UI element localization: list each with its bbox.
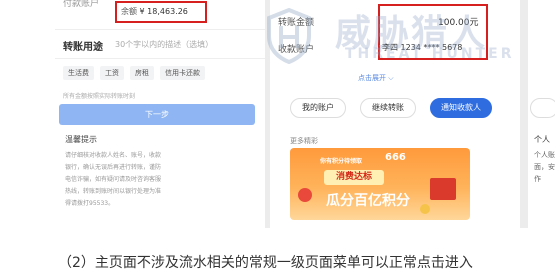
- gift-box-icon: [430, 178, 456, 200]
- banner-top-text: 你有积分待领取: [320, 158, 363, 165]
- coin-icon: [298, 188, 312, 202]
- banner-badge: 666: [385, 152, 406, 163]
- account-value: 李四 1234 **** 5678: [382, 43, 463, 52]
- warm-tips-text: 请仔细核对收款人姓名、账号，收款 银行，确认无误后再进行转账，谨防 电信诈骗，如…: [65, 150, 261, 210]
- next-screen-edge: 个人 个人账 面，安 作: [528, 0, 555, 228]
- purpose-chip[interactable]: 生活费: [63, 66, 94, 80]
- continue-transfer-button[interactable]: 继续转账: [360, 98, 416, 118]
- warm-tip-line: 电信诈骗，如有疑问请及时咨询客服: [65, 176, 162, 183]
- account-label: 付款账户: [63, 0, 100, 9]
- coin-icon: [420, 204, 430, 214]
- warm-tip-line: 热线，转账到账时间以银行处理为准: [65, 188, 162, 195]
- purpose-input[interactable]: 30个字以内的描述（选填）: [115, 39, 213, 50]
- amount-label: 转账金额: [278, 18, 315, 28]
- purpose-chip[interactable]: 工资: [100, 66, 124, 80]
- banner-main-text: 瓜分百亿积分: [326, 193, 410, 209]
- edge-text: 个人账: [534, 151, 555, 159]
- warm-tips-title: 温馨提示: [65, 135, 97, 144]
- document-caption: （2）主页面不涉及流水相关的常规一级页面菜单可以正常点击进入: [58, 255, 473, 271]
- partial-button[interactable]: [530, 98, 555, 118]
- purpose-chip[interactable]: 信用卡还款: [160, 66, 205, 80]
- panel-separator: [520, 0, 528, 228]
- transfer-form-panel: 付款账户 余额 ¥ 18,463.26 转账用途 30个字以内的描述（选填） 生…: [55, 0, 265, 228]
- more-label: 更多精彩: [290, 137, 318, 145]
- my-account-button[interactable]: 我的账户: [290, 98, 346, 118]
- divider: [55, 29, 265, 30]
- balance-row: 付款账户 余额 ¥ 18,463.26: [55, 0, 265, 28]
- warm-tip-line: 银行，确认无误后再进行转账，谨防: [65, 164, 162, 171]
- balance-text: 余额 ¥ 18,463.26: [121, 6, 188, 17]
- warm-tip-line: 得请拨打95533。: [65, 200, 115, 207]
- divider: [55, 58, 265, 59]
- purpose-chip[interactable]: 房租: [130, 66, 154, 80]
- account-label: 收款账户: [278, 45, 315, 55]
- warm-tip-line: 请仔细核对收款人姓名、账号，收款: [65, 152, 162, 159]
- edge-text: 个人: [534, 135, 550, 144]
- banner-pill: 消费达标: [324, 170, 384, 185]
- edge-text: 作: [534, 175, 541, 183]
- edge-text: 面，安: [534, 163, 555, 171]
- amount-note: 所有金额按照实际转账时刻: [63, 93, 136, 100]
- expand-label: 点击展开: [358, 74, 386, 82]
- notify-payee-button[interactable]: 通知收款人: [430, 98, 492, 118]
- purpose-chips: 生活费 工资 房租 信用卡还款: [63, 66, 205, 80]
- balance-amount: ¥ 18,463.26: [139, 7, 188, 16]
- balance-label: 余额: [121, 7, 137, 16]
- transfer-result-panel: 转账金额 100.00元 收款账户 李四 1234 **** 5678 点击展开…: [270, 0, 520, 228]
- promo-banner[interactable]: 你有积分待领取 666 消费达标 瓜分百亿积分: [290, 148, 470, 220]
- next-button[interactable]: 下一步: [59, 104, 255, 125]
- expand-link[interactable]: 点击展开 ⌵: [358, 73, 394, 83]
- purpose-label: 转账用途: [63, 42, 103, 53]
- chevron-down-icon: ⌵: [388, 74, 394, 82]
